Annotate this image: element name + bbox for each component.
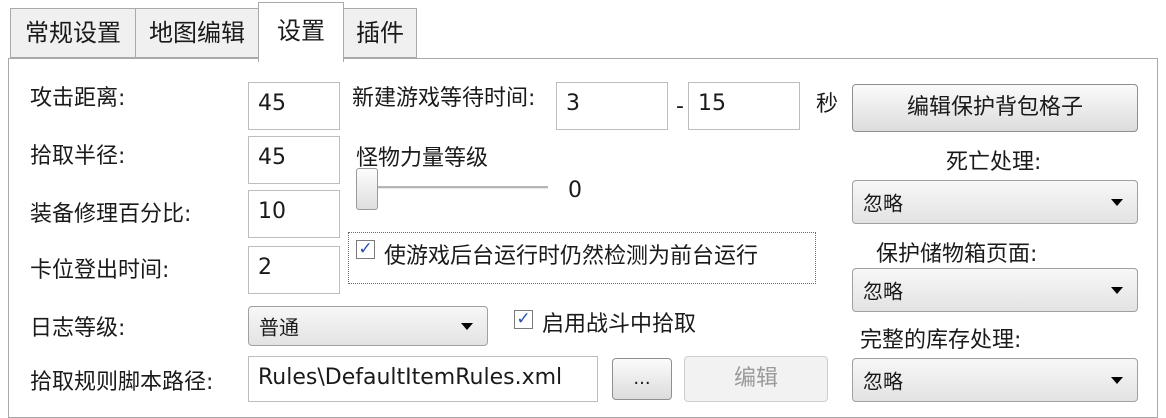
protect-stash-pages-dropdown[interactable]: 忽略 <box>852 268 1138 312</box>
death-handling-value: 忽略 <box>863 191 903 216</box>
pickup-in-combat-checkbox[interactable]: ✓ <box>514 310 533 329</box>
death-handling-dropdown[interactable]: 忽略 <box>852 180 1138 224</box>
tab-settings[interactable]: 设置 <box>258 2 344 62</box>
edit-protected-bag-button[interactable]: 编辑保护背包格子 <box>852 84 1138 132</box>
background-detect-label: 使游戏后台运行时仍然检测为前台运行 <box>384 244 759 269</box>
chevron-down-icon <box>461 323 473 330</box>
attack-distance-label: 攻击距离: <box>30 86 126 111</box>
slider-track <box>358 186 548 189</box>
tab-plugins[interactable]: 插件 <box>343 8 417 58</box>
chevron-down-icon <box>1111 199 1123 206</box>
repair-percent-input[interactable]: 10 <box>248 190 340 238</box>
stuck-logout-label: 卡位登出时间: <box>30 258 170 283</box>
wait-min-input[interactable]: 3 <box>556 82 668 130</box>
slider-thumb[interactable] <box>356 168 378 210</box>
stuck-logout-input[interactable]: 2 <box>248 246 340 294</box>
log-level-label: 日志等级: <box>30 316 126 341</box>
log-level-value: 普通 <box>259 315 299 340</box>
full-inventory-value: 忽略 <box>863 369 903 394</box>
pickup-radius-label: 拾取半径: <box>30 144 126 169</box>
protect-stash-pages-label: 保护储物箱页面: <box>876 242 1038 267</box>
repair-percent-label: 装备修理百分比: <box>30 202 192 227</box>
monster-power-value: 0 <box>568 178 582 203</box>
attack-distance-input[interactable]: 45 <box>248 82 340 130</box>
seconds-unit-label: 秒 <box>816 92 839 117</box>
pickup-rules-path-input[interactable]: Rules\DefaultItemRules.xml <box>248 356 598 402</box>
browse-button[interactable]: ... <box>612 358 672 400</box>
death-handling-label: 死亡处理: <box>946 150 1042 175</box>
tab-strip: 常规设置 地图编辑 设置 插件 <box>0 0 1166 62</box>
background-detect-checkbox[interactable]: ✓ <box>356 240 375 259</box>
log-level-dropdown[interactable]: 普通 <box>248 306 488 346</box>
pickup-radius-input[interactable]: 45 <box>248 136 340 184</box>
full-inventory-dropdown[interactable]: 忽略 <box>852 358 1138 402</box>
tab-general-settings[interactable]: 常规设置 <box>10 8 136 58</box>
full-inventory-label: 完整的库存处理: <box>860 328 1022 353</box>
chevron-down-icon <box>1111 287 1123 294</box>
pickup-in-combat-label: 启用战斗中拾取 <box>542 312 697 337</box>
tab-map-edit[interactable]: 地图编辑 <box>135 8 259 58</box>
range-dash: - <box>676 94 684 119</box>
new-game-wait-label: 新建游戏等待时间: <box>352 86 536 111</box>
protect-stash-pages-value: 忽略 <box>863 279 903 304</box>
chevron-down-icon <box>1111 377 1123 384</box>
edit-rules-button[interactable]: 编辑 <box>684 356 828 402</box>
pickup-rules-path-label: 拾取规则脚本路径: <box>30 370 214 395</box>
wait-max-input[interactable]: 15 <box>688 82 800 130</box>
monster-power-slider[interactable] <box>356 166 556 214</box>
